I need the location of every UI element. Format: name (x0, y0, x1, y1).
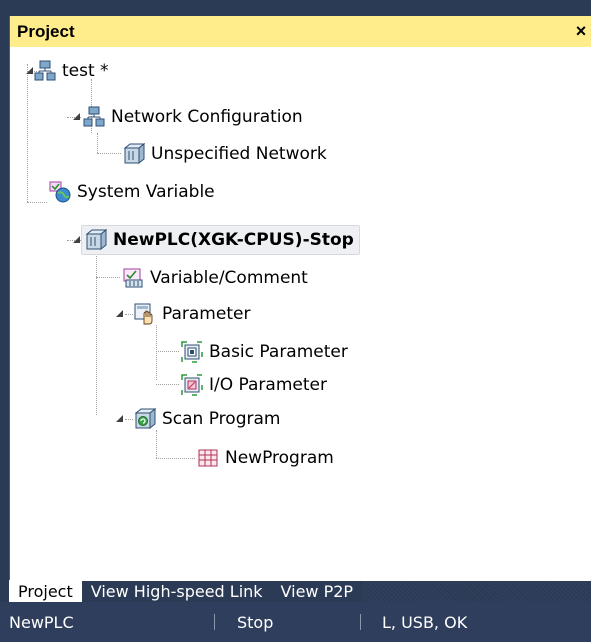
io-parameter-icon (181, 374, 203, 396)
tree-label-network-configuration: Network Configuration (111, 107, 303, 127)
tree-label-parameter: Parameter (162, 304, 251, 324)
tabbar-fill (362, 581, 591, 602)
tab-project[interactable]: Project (9, 580, 82, 602)
network-config-icon (83, 106, 105, 128)
tree-label-system-variable: System Variable (77, 182, 215, 202)
status-plc-state: Stop (237, 613, 274, 632)
tree-item-basic-parameter[interactable]: Basic Parameter (181, 335, 348, 369)
tree-label-newprogram: NewProgram (225, 448, 334, 468)
ladder-program-icon (197, 447, 219, 469)
tree-item-io-parameter[interactable]: I/O Parameter (181, 368, 327, 402)
panel-titlebar: Project × (10, 16, 591, 47)
tree-label-test: test * (62, 61, 109, 81)
tree-item-unspecified-network[interactable]: Unspecified Network (123, 137, 327, 171)
tree-item-scan-program[interactable]: Scan Program (134, 402, 280, 436)
tree-label-scan-program: Scan Program (162, 409, 281, 429)
project-tree: test * Network Configuration Unspecified… (10, 47, 591, 581)
variable-comment-icon (122, 267, 144, 289)
tree-label-unspecified-network: Unspecified Network (151, 144, 327, 164)
tree-item-test[interactable]: test * (34, 54, 109, 88)
tree-item-parameter[interactable]: Parameter (134, 297, 250, 331)
scan-program-icon (134, 407, 157, 430)
tree-label-variable-comment: Variable/Comment (150, 268, 308, 288)
tree-label-io-parameter: I/O Parameter (209, 375, 327, 395)
tree-item-system-variable[interactable]: System Variable (49, 175, 215, 209)
tree-item-newplc[interactable]: NewPLC(XGK-CPUS)-Stop (81, 223, 360, 257)
tree-label-basic-parameter: Basic Parameter (209, 342, 348, 362)
expand-network-config-icon[interactable] (71, 111, 83, 123)
panel-tabbar: Project View High-speed Link View P2P (9, 580, 591, 602)
plc-cpu-icon (85, 228, 108, 251)
status-separator (360, 614, 361, 630)
expand-parameter-icon[interactable] (114, 308, 126, 320)
status-connection: L, USB, OK (382, 613, 468, 632)
status-bar: NewPLC Stop L, USB, OK (0, 602, 591, 642)
basic-parameter-icon (181, 341, 203, 363)
tree-label-newplc: NewPLC(XGK-CPUS)-Stop (113, 230, 354, 250)
network-project-icon (34, 60, 56, 82)
close-icon[interactable]: × (570, 16, 591, 47)
status-plc-name: NewPLC (9, 613, 74, 632)
tab-view-high-speed-link[interactable]: View High-speed Link (82, 581, 272, 602)
panel-title: Project (17, 21, 75, 41)
status-separator (214, 614, 215, 630)
parameter-hand-icon (134, 303, 156, 325)
expand-scan-program-icon[interactable] (114, 413, 126, 425)
project-panel: Project × test * Network Configuration U… (9, 16, 591, 581)
system-variable-icon (49, 181, 71, 203)
tree-item-newprogram[interactable]: NewProgram (197, 441, 334, 475)
tab-view-p2p[interactable]: View P2P (272, 581, 363, 602)
plc-module-icon (123, 142, 146, 165)
tree-item-variable-comment[interactable]: Variable/Comment (122, 261, 308, 295)
tree-item-network-configuration[interactable]: Network Configuration (83, 100, 303, 134)
newplc-selection: NewPLC(XGK-CPUS)-Stop (81, 225, 360, 255)
